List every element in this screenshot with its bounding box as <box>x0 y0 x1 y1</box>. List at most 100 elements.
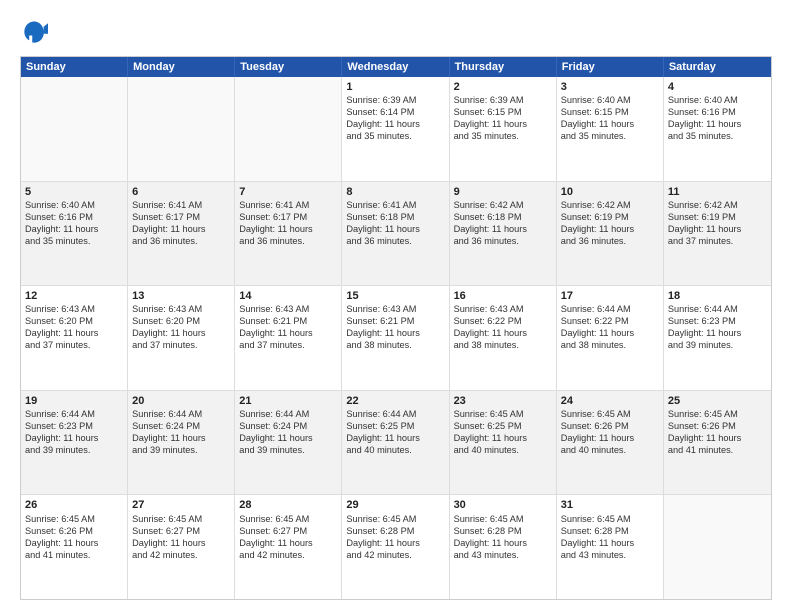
day-info-line: Sunrise: 6:43 AM <box>239 304 337 316</box>
day-info-line: Sunrise: 6:41 AM <box>346 200 444 212</box>
day-info-line: Sunrise: 6:41 AM <box>239 200 337 212</box>
day-info-line: Sunrise: 6:45 AM <box>454 514 552 526</box>
day-info-line: Daylight: 11 hours <box>454 538 552 550</box>
day-info-line: Daylight: 11 hours <box>561 224 659 236</box>
day-number: 26 <box>25 498 123 512</box>
day-info-line: and 36 minutes. <box>454 236 552 248</box>
day-number: 6 <box>132 185 230 199</box>
day-info-line: Sunset: 6:26 PM <box>25 526 123 538</box>
day-info-line: Sunset: 6:26 PM <box>561 421 659 433</box>
calendar-header-cell: Tuesday <box>235 57 342 77</box>
calendar-cell: 6Sunrise: 6:41 AMSunset: 6:17 PMDaylight… <box>128 182 235 286</box>
day-info-line: Sunset: 6:18 PM <box>346 212 444 224</box>
day-info-line: Sunset: 6:25 PM <box>346 421 444 433</box>
day-info-line: Sunrise: 6:41 AM <box>132 200 230 212</box>
calendar-cell: 22Sunrise: 6:44 AMSunset: 6:25 PMDayligh… <box>342 391 449 495</box>
day-info-line: and 40 minutes. <box>561 445 659 457</box>
calendar-cell: 28Sunrise: 6:45 AMSunset: 6:27 PMDayligh… <box>235 495 342 599</box>
day-info-line: Sunset: 6:28 PM <box>346 526 444 538</box>
day-info-line: Sunset: 6:15 PM <box>454 107 552 119</box>
day-info-line: Daylight: 11 hours <box>132 433 230 445</box>
calendar-cell: 19Sunrise: 6:44 AMSunset: 6:23 PMDayligh… <box>21 391 128 495</box>
day-number: 10 <box>561 185 659 199</box>
day-number: 18 <box>668 289 767 303</box>
calendar-header-cell: Thursday <box>450 57 557 77</box>
day-number: 25 <box>668 394 767 408</box>
calendar-header-cell: Wednesday <box>342 57 449 77</box>
day-info-line: and 41 minutes. <box>668 445 767 457</box>
day-info-line: and 35 minutes. <box>25 236 123 248</box>
calendar-cell: 14Sunrise: 6:43 AMSunset: 6:21 PMDayligh… <box>235 286 342 390</box>
day-info-line: Daylight: 11 hours <box>668 328 767 340</box>
day-info-line: Sunrise: 6:44 AM <box>561 304 659 316</box>
day-info-line: Sunset: 6:24 PM <box>132 421 230 433</box>
calendar-cell-empty <box>664 495 771 599</box>
day-info-line: and 36 minutes. <box>561 236 659 248</box>
calendar-cell: 18Sunrise: 6:44 AMSunset: 6:23 PMDayligh… <box>664 286 771 390</box>
day-info-line: and 40 minutes. <box>454 445 552 457</box>
day-info-line: Sunset: 6:19 PM <box>561 212 659 224</box>
day-info-line: Daylight: 11 hours <box>239 538 337 550</box>
day-info-line: and 42 minutes. <box>346 550 444 562</box>
day-info-line: Sunrise: 6:40 AM <box>25 200 123 212</box>
day-info-line: and 41 minutes. <box>25 550 123 562</box>
calendar-header-cell: Friday <box>557 57 664 77</box>
day-info-line: Daylight: 11 hours <box>454 224 552 236</box>
day-info-line: and 35 minutes. <box>454 131 552 143</box>
day-info-line: Sunrise: 6:45 AM <box>454 409 552 421</box>
day-info-line: Sunset: 6:27 PM <box>239 526 337 538</box>
day-number: 11 <box>668 185 767 199</box>
day-number: 30 <box>454 498 552 512</box>
day-info-line: and 39 minutes. <box>239 445 337 457</box>
calendar-cell: 31Sunrise: 6:45 AMSunset: 6:28 PMDayligh… <box>557 495 664 599</box>
day-info-line: and 43 minutes. <box>454 550 552 562</box>
day-number: 20 <box>132 394 230 408</box>
calendar-cell: 27Sunrise: 6:45 AMSunset: 6:27 PMDayligh… <box>128 495 235 599</box>
day-number: 29 <box>346 498 444 512</box>
calendar-cell: 20Sunrise: 6:44 AMSunset: 6:24 PMDayligh… <box>128 391 235 495</box>
calendar-cell: 8Sunrise: 6:41 AMSunset: 6:18 PMDaylight… <box>342 182 449 286</box>
calendar-cell: 7Sunrise: 6:41 AMSunset: 6:17 PMDaylight… <box>235 182 342 286</box>
day-info-line: Sunset: 6:16 PM <box>668 107 767 119</box>
day-number: 5 <box>25 185 123 199</box>
day-info-line: and 40 minutes. <box>346 445 444 457</box>
day-info-line: Sunrise: 6:39 AM <box>454 95 552 107</box>
calendar-cell: 23Sunrise: 6:45 AMSunset: 6:25 PMDayligh… <box>450 391 557 495</box>
day-info-line: Sunrise: 6:45 AM <box>668 409 767 421</box>
day-info-line: Sunset: 6:16 PM <box>25 212 123 224</box>
day-info-line: and 39 minutes. <box>668 340 767 352</box>
day-info-line: Daylight: 11 hours <box>25 224 123 236</box>
day-info-line: Sunset: 6:15 PM <box>561 107 659 119</box>
day-info-line: and 36 minutes. <box>132 236 230 248</box>
day-info-line: Daylight: 11 hours <box>561 538 659 550</box>
day-info-line: Sunrise: 6:45 AM <box>561 409 659 421</box>
day-info-line: and 35 minutes. <box>668 131 767 143</box>
day-info-line: and 37 minutes. <box>239 340 337 352</box>
calendar-cell: 10Sunrise: 6:42 AMSunset: 6:19 PMDayligh… <box>557 182 664 286</box>
day-info-line: Daylight: 11 hours <box>454 328 552 340</box>
day-number: 22 <box>346 394 444 408</box>
day-info-line: Sunrise: 6:44 AM <box>668 304 767 316</box>
day-number: 4 <box>668 80 767 94</box>
day-number: 16 <box>454 289 552 303</box>
day-info-line: Sunset: 6:25 PM <box>454 421 552 433</box>
calendar-cell: 16Sunrise: 6:43 AMSunset: 6:22 PMDayligh… <box>450 286 557 390</box>
day-info-line: Daylight: 11 hours <box>561 328 659 340</box>
day-info-line: Sunrise: 6:44 AM <box>132 409 230 421</box>
day-info-line: Daylight: 11 hours <box>25 328 123 340</box>
day-number: 14 <box>239 289 337 303</box>
day-info-line: Sunset: 6:23 PM <box>25 421 123 433</box>
day-info-line: Sunset: 6:21 PM <box>239 316 337 328</box>
day-number: 19 <box>25 394 123 408</box>
day-number: 17 <box>561 289 659 303</box>
calendar-header-cell: Saturday <box>664 57 771 77</box>
day-info-line: Sunrise: 6:44 AM <box>346 409 444 421</box>
day-number: 13 <box>132 289 230 303</box>
day-info-line: and 37 minutes. <box>132 340 230 352</box>
day-info-line: Sunrise: 6:45 AM <box>561 514 659 526</box>
day-info-line: Sunrise: 6:42 AM <box>561 200 659 212</box>
day-number: 28 <box>239 498 337 512</box>
day-number: 12 <box>25 289 123 303</box>
day-info-line: Sunrise: 6:43 AM <box>132 304 230 316</box>
calendar: SundayMondayTuesdayWednesdayThursdayFrid… <box>20 56 772 600</box>
